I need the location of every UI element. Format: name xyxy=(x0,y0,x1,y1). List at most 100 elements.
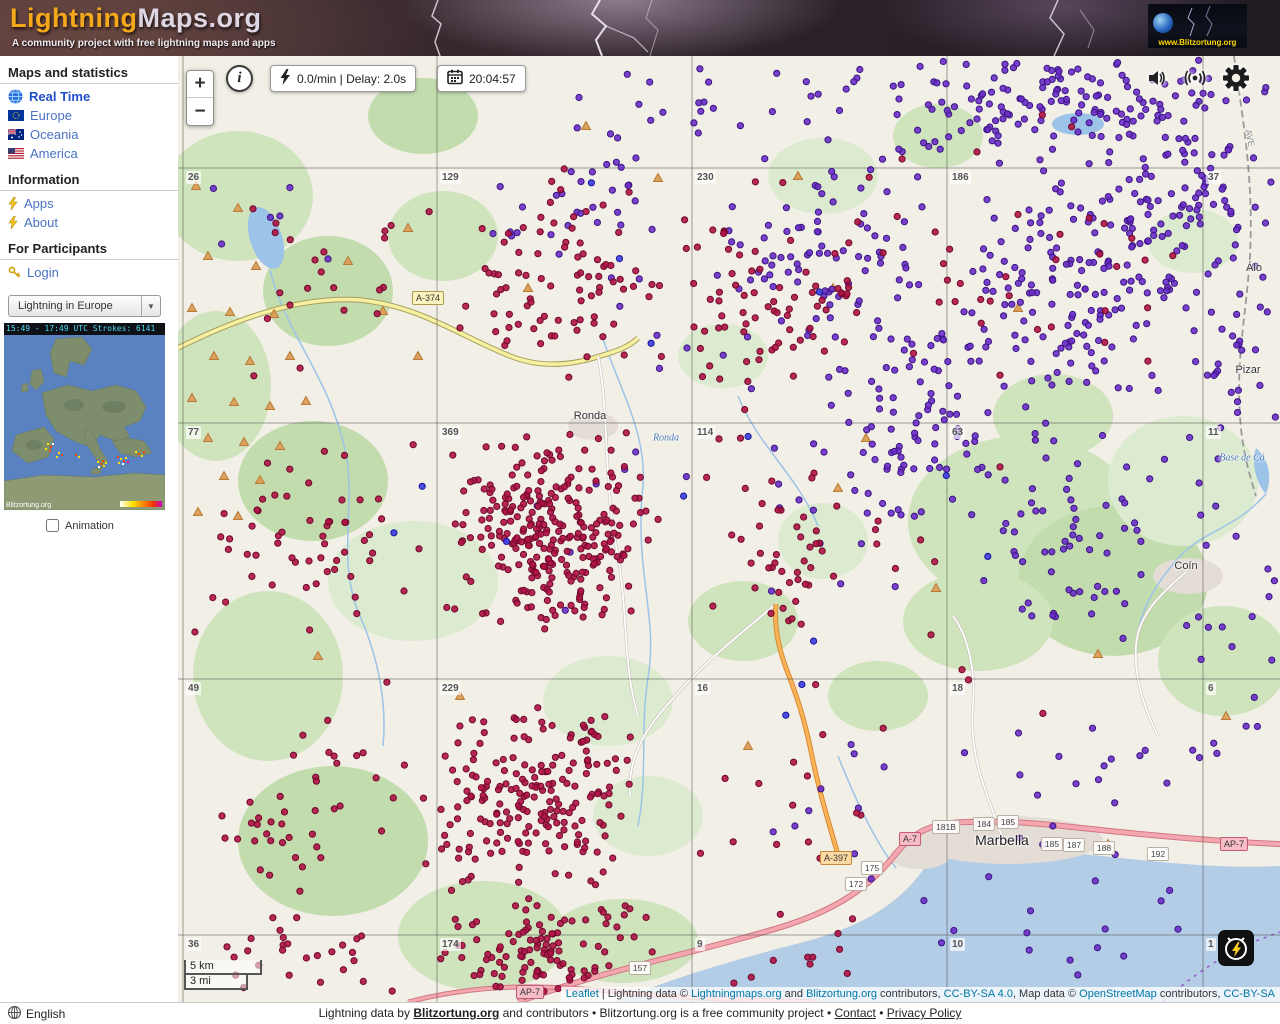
lightning-strike-dot xyxy=(1147,172,1155,181)
attribution-link[interactable]: CC-BY-SA xyxy=(1223,988,1275,1000)
sidebar-item-europe[interactable]: Europe xyxy=(0,106,178,125)
sidebar-item-login[interactable]: Login xyxy=(0,263,178,282)
footer-link[interactable]: Blitzortung.org xyxy=(413,1006,499,1020)
lightning-strike-dot xyxy=(1033,791,1042,799)
lightning-strike-dot xyxy=(454,923,462,931)
lightning-strike-dot xyxy=(579,721,587,729)
lightning-strike-dot xyxy=(608,186,616,194)
lightning-strike-dot xyxy=(545,588,553,596)
lightning-strike-dot xyxy=(409,441,417,449)
attribution-link[interactable]: Leaflet xyxy=(566,988,599,1000)
animation-checkbox[interactable] xyxy=(46,519,59,532)
footer-link[interactable]: Privacy Policy xyxy=(887,1006,962,1020)
lightning-strike-dot xyxy=(1020,115,1029,123)
lightning-strike-dot xyxy=(585,273,593,281)
lightning-strike-dot xyxy=(513,599,521,607)
sidebar-item-oceania[interactable]: Oceania xyxy=(0,125,178,144)
lightning-strike-dot xyxy=(520,733,528,741)
europe-thumbnail-map[interactable]: 15:49 - 17:49 UTC Strokes: 6141 Blitzort… xyxy=(4,323,165,510)
lightning-strike-dot xyxy=(317,268,325,276)
lightning-strike-dot xyxy=(960,749,969,757)
lightning-strike-dot xyxy=(776,284,784,292)
lightning-strike-dot xyxy=(818,296,826,304)
lightning-strike-dot xyxy=(582,837,590,845)
lightning-strike-dot xyxy=(939,57,947,66)
lightning-strike-dot xyxy=(911,429,919,437)
gear-icon[interactable] xyxy=(1222,64,1250,97)
clock-bar[interactable]: 20:04:57 xyxy=(437,65,526,92)
lightning-strike-dot xyxy=(540,457,549,465)
lightning-strike-dot xyxy=(523,807,531,816)
attribution-link[interactable]: OpenStreetMap xyxy=(1079,988,1157,1000)
strike-rate-bar[interactable]: 0.0/min | Delay: 2.0s xyxy=(270,65,417,92)
zoom-out-button[interactable]: − xyxy=(187,98,213,125)
lightning-strike-dot xyxy=(515,561,523,569)
lightning-strike-dot xyxy=(376,286,384,294)
lightning-strike-dot xyxy=(565,571,573,580)
lightning-strike-dot xyxy=(484,525,492,533)
lightning-strike-dot xyxy=(1121,600,1129,608)
lightning-strike-dot xyxy=(1228,643,1236,651)
strike-sound-button[interactable] xyxy=(1218,930,1254,966)
lightning-strike-dot xyxy=(747,559,755,567)
lightning-strike-dot xyxy=(1256,381,1264,389)
intensity-scale xyxy=(120,501,162,507)
blitzortung-banner[interactable]: www.Blitzortung.org xyxy=(1148,4,1247,48)
attribution-link[interactable]: Lightningmaps.org xyxy=(691,988,782,1000)
lightning-strike-dot xyxy=(1004,284,1012,292)
sidebar-item-apps[interactable]: Apps xyxy=(0,194,178,213)
lightning-strike-dot xyxy=(635,275,643,283)
lightning-strike-dot xyxy=(1036,219,1044,227)
lightning-strike-dot xyxy=(1195,56,1203,64)
lightning-strike-dot xyxy=(506,506,514,514)
language-selector[interactable]: English xyxy=(7,1003,65,1024)
attribution-link[interactable]: CC-BY-SA 4.0 xyxy=(944,988,1013,1000)
grid-cell-count: 10 xyxy=(950,938,966,951)
lightning-strike-dot xyxy=(625,582,633,590)
lightning-strike-dot xyxy=(513,229,521,237)
lightning-strike-dot xyxy=(253,820,261,829)
grid-cell-count: 129 xyxy=(440,171,461,184)
lightning-strike-dot xyxy=(263,315,272,323)
lightning-strike-dot xyxy=(1059,545,1068,553)
lightning-strike-dot xyxy=(521,779,529,787)
europe-flag-icon xyxy=(8,110,24,121)
lightning-strike-dot xyxy=(1218,185,1226,193)
lightning-strike-dot xyxy=(1191,134,1199,143)
sound-icon[interactable] xyxy=(1146,68,1166,93)
lightning-strike-dot xyxy=(602,920,610,928)
lightning-strike-dot xyxy=(1190,327,1198,335)
map-selector-dropdown[interactable]: Lightning in Europe ▼ xyxy=(8,295,161,317)
lightning-strike-dot xyxy=(850,850,859,858)
lightning-strike-dot xyxy=(761,155,769,163)
lightning-strike-dot xyxy=(548,721,556,730)
lightning-strike-dot xyxy=(600,605,608,614)
lightning-strike-dot xyxy=(538,718,546,726)
sidebar-item-america[interactable]: America xyxy=(0,144,178,163)
lightning-strike-dot xyxy=(1078,101,1086,109)
footer-link[interactable]: Contact xyxy=(835,1006,876,1020)
lightning-strike-dot xyxy=(995,159,1004,167)
thumbnail-brand: Blitzortung.org xyxy=(6,502,51,509)
lightning-strike-dot xyxy=(760,234,768,242)
lightning-strike-dot xyxy=(278,820,286,828)
lightning-strike-dot xyxy=(278,528,286,536)
lightning-strike-dot xyxy=(1262,84,1270,92)
lightning-strike-dot xyxy=(1064,321,1072,329)
lightning-strike-dot xyxy=(920,897,928,905)
signal-icon[interactable] xyxy=(1184,68,1206,93)
map-area[interactable]: 26 129 230 186 37 77 369 114 63 11 49 229 16 18 6 36 174… xyxy=(178,56,1280,1002)
sidebar-item-about[interactable]: About xyxy=(0,213,178,232)
zoom-in-button[interactable]: + xyxy=(187,71,213,98)
attribution-link[interactable]: Blitzortung.org xyxy=(806,988,877,1000)
lightning-strike-dot xyxy=(845,418,853,426)
lightning-strike-dot xyxy=(1067,202,1075,210)
site-logo[interactable]: LightningMaps.org xyxy=(10,3,261,34)
lightning-strike-dot xyxy=(721,774,729,783)
lightning-strike-dot xyxy=(520,586,528,595)
info-button[interactable]: i xyxy=(226,65,253,92)
lightning-strike-dot xyxy=(917,536,925,544)
lightning-strike-dot xyxy=(580,523,588,531)
sidebar-item-realtime[interactable]: Real Time xyxy=(0,87,178,106)
lightningmaps-app: LightningMaps.org A community project wi… xyxy=(0,0,1280,1024)
